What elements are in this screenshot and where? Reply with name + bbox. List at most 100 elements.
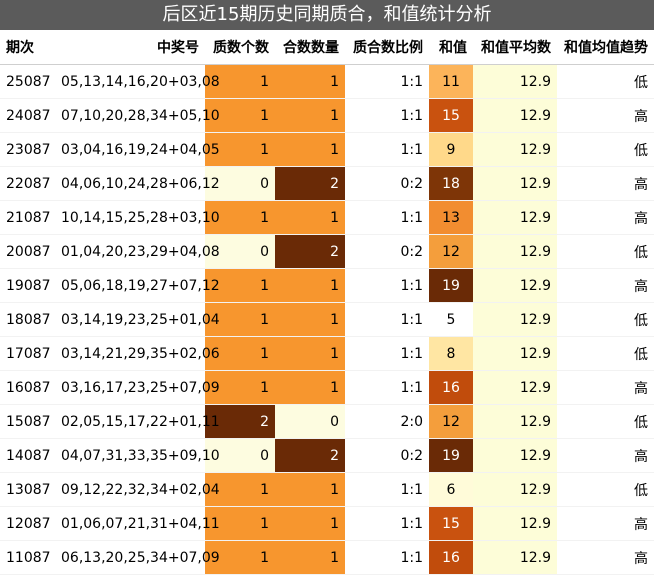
table-row: 16087 03,16,17,23,25+07,09 1 1 1:1 16 12.9 高 — [0, 370, 654, 405]
table-row: 25087 05,13,14,16,20+03,08 1 1 1:1 11 12.9 低 — [0, 64, 654, 99]
cell-issue: 25087 — [0, 64, 55, 99]
cell-sum-trend: 高 — [557, 370, 654, 405]
cell-sum-average: 12.9 — [473, 234, 557, 269]
cell-ratio: 0:2 — [345, 234, 429, 269]
cell-composite-count: 1 — [275, 370, 345, 405]
header-sum: 和值 — [429, 30, 473, 65]
cell-sum-trend: 低 — [557, 472, 654, 507]
stats-table: 期次 中奖号 质数个数 合数数量 质合数比例 和值 和值平均数 和值均值趋势 2… — [0, 30, 654, 575]
cell-sum: 19 — [429, 438, 473, 473]
cell-numbers: 01,06,07,21,31+04,11 — [55, 506, 220, 541]
cell-numbers: 05,13,14,16,20+03,08 — [55, 64, 220, 99]
cell-issue: 11087 — [0, 540, 55, 575]
cell-ratio: 1:1 — [345, 302, 429, 337]
cell-sum-average: 12.9 — [473, 98, 557, 133]
cell-sum: 16 — [429, 540, 473, 575]
cell-composite-count: 1 — [275, 64, 345, 99]
cell-issue: 15087 — [0, 404, 55, 439]
cell-sum: 12 — [429, 404, 473, 439]
table-row: 22087 04,06,10,24,28+06,12 0 2 0:2 18 12.9 高 — [0, 166, 654, 201]
cell-sum-average: 12.9 — [473, 336, 557, 371]
cell-composite-count: 0 — [275, 404, 345, 439]
cell-numbers: 03,04,16,19,24+04,05 — [55, 132, 220, 167]
cell-issue: 14087 — [0, 438, 55, 473]
cell-sum-trend: 低 — [557, 64, 654, 99]
cell-numbers: 02,05,15,17,22+01,11 — [55, 404, 220, 439]
table-row: 12087 01,06,07,21,31+04,11 1 1 1:1 15 12.9 高 — [0, 506, 654, 541]
table-row: 20087 01,04,20,23,29+04,08 0 2 0:2 12 12.9 低 — [0, 234, 654, 269]
cell-sum-trend: 高 — [557, 540, 654, 575]
cell-issue: 19087 — [0, 268, 55, 303]
cell-ratio: 1:1 — [345, 336, 429, 371]
cell-composite-count: 1 — [275, 506, 345, 541]
cell-sum: 15 — [429, 98, 473, 133]
cell-sum-trend: 高 — [557, 506, 654, 541]
cell-issue: 18087 — [0, 302, 55, 337]
cell-sum-trend: 高 — [557, 438, 654, 473]
header-ratio: 质合数比例 — [345, 30, 429, 65]
cell-sum-average: 12.9 — [473, 506, 557, 541]
cell-issue: 21087 — [0, 200, 55, 235]
cell-ratio: 1:1 — [345, 540, 429, 575]
cell-sum-trend: 高 — [557, 166, 654, 201]
cell-sum-trend: 高 — [557, 98, 654, 133]
cell-sum: 15 — [429, 506, 473, 541]
cell-sum: 13 — [429, 200, 473, 235]
table-row: 19087 05,06,18,19,27+07,12 1 1 1:1 19 12.9 高 — [0, 268, 654, 303]
cell-sum: 9 — [429, 132, 473, 167]
cell-sum-trend: 高 — [557, 268, 654, 303]
cell-issue: 17087 — [0, 336, 55, 371]
cell-sum-trend: 低 — [557, 404, 654, 439]
cell-numbers: 01,04,20,23,29+04,08 — [55, 234, 220, 269]
cell-sum-average: 12.9 — [473, 404, 557, 439]
cell-sum: 12 — [429, 234, 473, 269]
cell-sum-average: 12.9 — [473, 166, 557, 201]
cell-issue: 22087 — [0, 166, 55, 201]
table-row: 15087 02,05,15,17,22+01,11 2 0 2:0 12 12.9 低 — [0, 404, 654, 439]
cell-issue: 13087 — [0, 472, 55, 507]
table-row: 17087 03,14,21,29,35+02,06 1 1 1:1 8 12.9 低 — [0, 336, 654, 371]
cell-issue: 12087 — [0, 506, 55, 541]
header-composite-count: 合数数量 — [275, 30, 345, 65]
cell-numbers: 04,07,31,33,35+09,10 — [55, 438, 220, 473]
cell-sum-average: 12.9 — [473, 472, 557, 507]
table-row: 13087 09,12,22,32,34+02,04 1 1 1:1 6 12.9 低 — [0, 472, 654, 507]
cell-composite-count: 1 — [275, 302, 345, 337]
cell-composite-count: 2 — [275, 234, 345, 269]
cell-sum-average: 12.9 — [473, 438, 557, 473]
cell-ratio: 1:1 — [345, 506, 429, 541]
cell-sum-trend: 低 — [557, 302, 654, 337]
cell-composite-count: 1 — [275, 132, 345, 167]
cell-issue: 23087 — [0, 132, 55, 167]
cell-sum: 8 — [429, 336, 473, 371]
cell-sum-trend: 低 — [557, 234, 654, 269]
header-numbers: 中奖号 — [55, 30, 205, 65]
table-row: 24087 07,10,20,28,34+05,10 1 1 1:1 15 12.9 高 — [0, 98, 654, 133]
cell-composite-count: 1 — [275, 200, 345, 235]
cell-sum-average: 12.9 — [473, 302, 557, 337]
cell-numbers: 05,06,18,19,27+07,12 — [55, 268, 220, 303]
cell-numbers: 03,14,19,23,25+01,04 — [55, 302, 220, 337]
cell-numbers: 06,13,20,25,34+07,09 — [55, 540, 220, 575]
cell-composite-count: 1 — [275, 472, 345, 507]
table-row: 23087 03,04,16,19,24+04,05 1 1 1:1 9 12.9 低 — [0, 132, 654, 167]
cell-ratio: 1:1 — [345, 98, 429, 133]
header-prime-count: 质数个数 — [205, 30, 275, 65]
cell-sum-trend: 低 — [557, 132, 654, 167]
cell-numbers: 03,16,17,23,25+07,09 — [55, 370, 220, 405]
table-row: 14087 04,07,31,33,35+09,10 0 2 0:2 19 12.9 高 — [0, 438, 654, 473]
cell-numbers: 04,06,10,24,28+06,12 — [55, 166, 220, 201]
cell-composite-count: 2 — [275, 166, 345, 201]
cell-sum: 19 — [429, 268, 473, 303]
cell-ratio: 1:1 — [345, 370, 429, 405]
cell-sum-average: 12.9 — [473, 370, 557, 405]
header-sum-trend: 和值均值趋势 — [557, 30, 654, 65]
table-row: 11087 06,13,20,25,34+07,09 1 1 1:1 16 12.9 高 — [0, 540, 654, 575]
cell-composite-count: 1 — [275, 98, 345, 133]
table-title: 后区近15期历史同期质合，和值统计分析 — [0, 0, 654, 30]
cell-ratio: 1:1 — [345, 200, 429, 235]
table-row: 18087 03,14,19,23,25+01,04 1 1 1:1 5 12.9 低 — [0, 302, 654, 337]
cell-sum: 18 — [429, 166, 473, 201]
header-sum-average: 和值平均数 — [473, 30, 557, 65]
cell-sum-trend: 高 — [557, 200, 654, 235]
